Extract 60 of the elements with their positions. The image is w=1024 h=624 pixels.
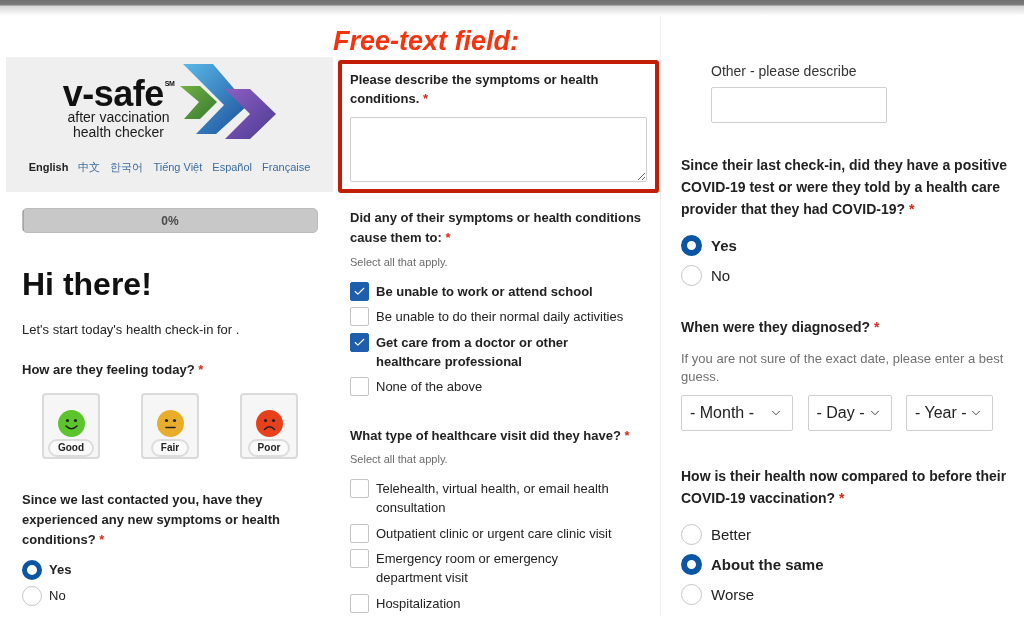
radio-label: No — [711, 265, 731, 286]
date-select[interactable]: - Day - — [807, 395, 892, 431]
hint-text: Select all that apply. — [350, 452, 448, 466]
date-select[interactable]: - Year - — [906, 395, 993, 431]
language-link[interactable]: 中文 — [78, 159, 101, 175]
language-link[interactable]: Française — [262, 159, 311, 175]
checkbox-label: Be unable to do their normal daily activities — [376, 308, 625, 326]
checkbox[interactable] — [350, 593, 369, 613]
checkbox-label: Get care from a doctor or other healthcare professional — [376, 333, 570, 371]
checkbox[interactable] — [350, 479, 369, 498]
question-label: Did any of their symptoms or health conditions cause them to: * — [350, 209, 643, 247]
logo-tagline: health checker — [72, 124, 164, 140]
radio-label: Yes — [711, 235, 737, 256]
hint-text: If you are not sure of the exact date, please enter a best guess. — [681, 349, 1005, 386]
text-area[interactable] — [350, 117, 647, 182]
checkbox[interactable] — [350, 332, 369, 352]
question-label: How are they feeling today? * — [22, 361, 205, 379]
checkbox-label: None of the above — [376, 378, 484, 396]
language-link[interactable]: English — [28, 159, 69, 175]
hint-text: Select all that apply. — [350, 254, 448, 269]
question-label: Since their last check-in, did they have a positive COVID-19 test or were they told by a health care provider that they had COVID-19? * — [681, 156, 1008, 219]
question-label: When were they diagnosed? * — [681, 317, 881, 337]
radio-label: Better — [711, 524, 752, 545]
checkbox[interactable] — [350, 281, 369, 301]
greeting-heading: Hi there! — [22, 266, 152, 303]
checkbox[interactable] — [350, 307, 369, 326]
language-link[interactable]: 한국어 — [110, 159, 144, 175]
radio-label: Worse — [711, 584, 755, 605]
checkbox-label: Be unable to work or attend school — [376, 282, 594, 301]
annotation-title: Free-text field: — [333, 26, 520, 56]
checkbox-label: Emergency room or emergency department visit — [376, 550, 560, 587]
checkbox-label: Outpatient clinic or urgent care clinic visit — [376, 524, 613, 543]
radio-button[interactable] — [681, 554, 702, 575]
radio-label: About the same — [711, 554, 824, 575]
question-label: What type of healthcare visit did they have? * — [350, 426, 631, 445]
checkbox-label: Hospitalization — [376, 594, 462, 613]
radio-button[interactable] — [681, 235, 702, 256]
logo-tagline: after vaccination — [67, 109, 170, 125]
checkbox-label: Telehealth, virtual health, or email health consultation — [376, 480, 610, 517]
mood-option[interactable]: Fair — [141, 393, 199, 459]
radio-label: Yes — [49, 561, 72, 579]
question-label: Please describe the symptoms or health conditions. * — [350, 71, 600, 108]
checkbox[interactable] — [350, 549, 369, 568]
mood-option[interactable]: Good — [42, 393, 100, 459]
logo-wordmark: v-safe$^{SM}$ — [62, 81, 175, 107]
input-field[interactable] — [711, 87, 887, 123]
language-link[interactable]: Tiếng Việt — [153, 159, 203, 175]
date-select[interactable]: - Month - — [681, 395, 793, 431]
checkbox[interactable] — [350, 523, 369, 543]
radio-button[interactable] — [22, 560, 42, 580]
question-label: Since we last contacted you, have they experienced any new symptoms or health conditions? * — [22, 491, 281, 549]
radio-label: No — [49, 587, 66, 605]
mood-option[interactable]: Poor — [240, 393, 298, 459]
chevron-logo-icon — [180, 64, 277, 140]
field-label: Other - please describe — [711, 62, 857, 80]
progress-reading: 0% — [161, 213, 179, 228]
language-link[interactable]: Español — [212, 159, 253, 175]
checkbox[interactable] — [350, 377, 369, 396]
intro-text: Let's start today's health check-in for . — [22, 321, 240, 339]
question-label: How is their health now compared to before their COVID-19 vaccination? * — [681, 467, 1008, 508]
